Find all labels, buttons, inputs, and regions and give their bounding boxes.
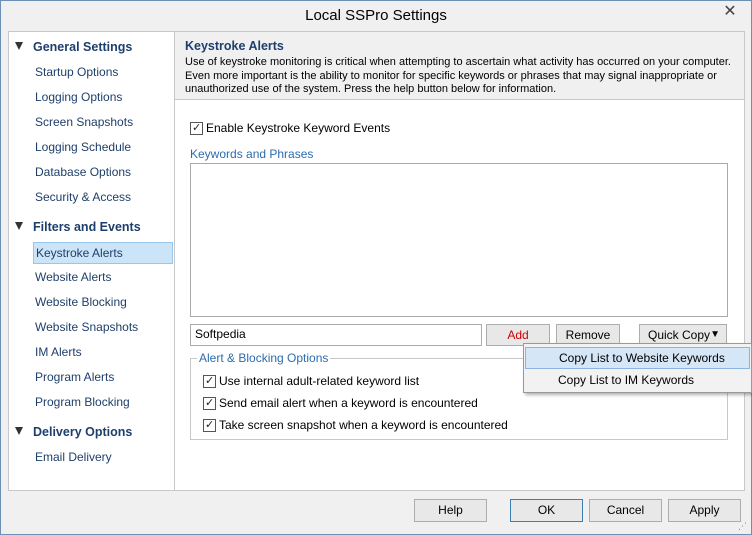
chevron-down-icon: ▼ [710, 329, 720, 340]
adult-keyword-list-checkbox[interactable]: ✓ [203, 375, 216, 388]
sidebar-item-website-alerts[interactable]: Website Alerts [33, 267, 173, 289]
settings-window: Local SSPro Settings ✕ General Settings … [0, 0, 752, 535]
sidebar-item-database-options[interactable]: Database Options [33, 162, 173, 184]
resize-grip-icon[interactable]: ⋰ [738, 521, 748, 531]
check-icon: ✓ [205, 375, 215, 387]
sidebar-group-label: General Settings [33, 40, 133, 54]
quick-copy-label: Quick Copy [648, 328, 711, 342]
menu-item-copy-website-keywords[interactable]: Copy List to Website Keywords [525, 347, 750, 369]
keywords-list[interactable] [190, 163, 728, 317]
sidebar-item-logging-options[interactable]: Logging Options [33, 87, 173, 109]
email-alert-checkbox[interactable]: ✓ [203, 397, 216, 410]
sidebar-item-im-alerts[interactable]: IM Alerts [33, 342, 173, 364]
sidebar-group-general-settings[interactable]: General Settings [9, 36, 173, 58]
section-title: Keystroke Alerts [185, 39, 284, 53]
sidebar-group-filters-events[interactable]: Filters and Events [9, 216, 173, 238]
section-header: Keystroke Alerts Use of keystroke monito… [175, 32, 744, 100]
close-icon[interactable]: ✕ [713, 1, 747, 23]
quick-copy-menu: Copy List to Website Keywords Copy List … [523, 343, 752, 393]
enable-keystroke-checkbox[interactable]: ✓ [190, 122, 203, 135]
keywords-label: Keywords and Phrases [190, 147, 314, 161]
adult-keyword-list-label: Use internal adult-related keyword list [219, 374, 420, 388]
title-bar[interactable]: Local SSPro Settings ✕ [1, 1, 751, 31]
collapse-triangle-icon[interactable] [15, 42, 23, 50]
sidebar-nav: General Settings Startup Options Logging… [8, 31, 174, 491]
screen-snapshot-label: Take screen snapshot when a keyword is e… [219, 418, 508, 432]
sidebar-item-program-blocking[interactable]: Program Blocking [33, 392, 173, 414]
cancel-button[interactable]: Cancel [589, 499, 662, 522]
section-description: Use of keystroke monitoring is critical … [185, 56, 731, 95]
collapse-triangle-icon[interactable] [15, 427, 23, 435]
check-icon: ✓ [205, 419, 215, 431]
collapse-triangle-icon[interactable] [15, 222, 23, 230]
enable-keystroke-label: Enable Keystroke Keyword Events [206, 121, 391, 135]
window-title: Local SSPro Settings [305, 7, 447, 24]
sidebar-item-keystroke-alerts[interactable]: Keystroke Alerts [33, 242, 173, 264]
check-icon: ✓ [192, 122, 202, 134]
email-alert-label: Send email alert when a keyword is encou… [219, 396, 478, 410]
sidebar-group-label: Delivery Options [33, 425, 133, 439]
sidebar-item-program-alerts[interactable]: Program Alerts [33, 367, 173, 389]
groupbox-title: Alert & Blocking Options [197, 351, 331, 365]
sidebar-group-delivery-options[interactable]: Delivery Options [9, 421, 173, 443]
screen-snapshot-checkbox[interactable]: ✓ [203, 419, 216, 432]
menu-item-copy-im-keywords[interactable]: Copy List to IM Keywords [525, 369, 750, 391]
keyword-input[interactable]: Softpedia [190, 324, 482, 346]
sidebar-item-logging-schedule[interactable]: Logging Schedule [33, 137, 173, 159]
ok-button[interactable]: OK [510, 499, 583, 522]
sidebar-item-website-blocking[interactable]: Website Blocking [33, 292, 173, 314]
sidebar-item-security-access[interactable]: Security & Access [33, 187, 173, 209]
apply-button[interactable]: Apply [668, 499, 741, 522]
content-panel: Keystroke Alerts Use of keystroke monito… [174, 31, 745, 491]
help-button[interactable]: Help [414, 499, 487, 522]
sidebar-group-label: Filters and Events [33, 220, 141, 234]
check-icon: ✓ [205, 397, 215, 409]
sidebar-item-screen-snapshots[interactable]: Screen Snapshots [33, 112, 173, 134]
sidebar-item-email-delivery[interactable]: Email Delivery [33, 447, 173, 469]
sidebar-item-website-snapshots[interactable]: Website Snapshots [33, 317, 173, 339]
sidebar-item-startup-options[interactable]: Startup Options [33, 62, 173, 84]
